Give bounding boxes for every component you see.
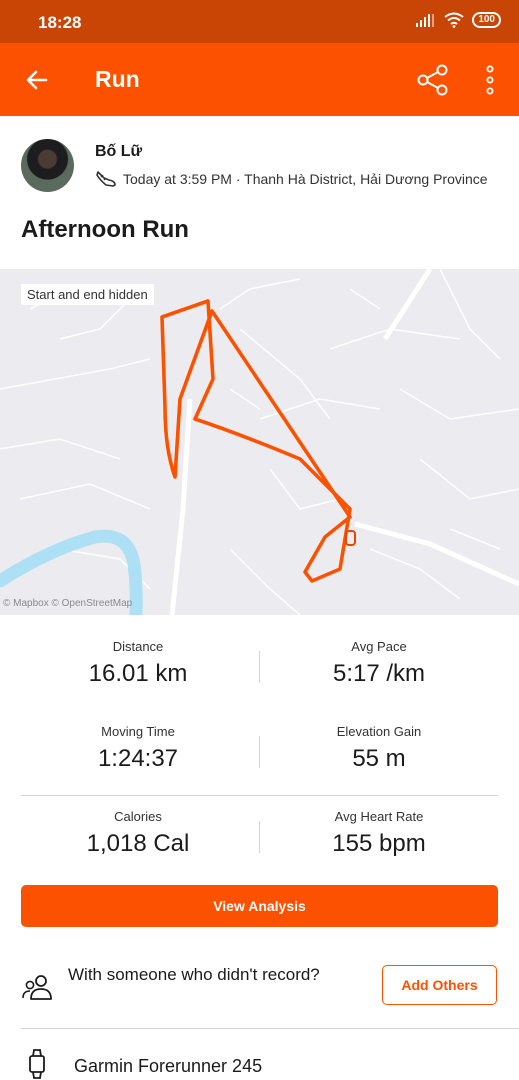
view-analysis-button[interactable]: View Analysis bbox=[21, 885, 498, 927]
stat-value: 55 m bbox=[352, 745, 406, 772]
watch-icon bbox=[29, 1049, 45, 1079]
stat-label: Distance bbox=[112, 639, 164, 654]
stat-label: Elevation Gain bbox=[336, 724, 422, 739]
back-arrow-icon[interactable] bbox=[24, 67, 50, 93]
stat-value: 1:24:37 bbox=[97, 745, 179, 772]
activity-title: Afternoon Run bbox=[21, 216, 189, 243]
share-icon[interactable] bbox=[416, 63, 450, 97]
route-map[interactable] bbox=[0, 269, 519, 615]
with-someone-text: With someone who didn't record? bbox=[68, 965, 320, 984]
stat-value: 155 bpm bbox=[332, 830, 426, 857]
app-bar: Run bbox=[0, 43, 519, 116]
status-bar: 18:28 100 bbox=[0, 0, 519, 43]
battery-icon: 100 bbox=[472, 12, 501, 28]
wifi-icon bbox=[444, 12, 464, 28]
stat-label: Calories bbox=[114, 809, 162, 824]
map-credit: © Mapbox © OpenStreetMap bbox=[3, 598, 133, 609]
stat-distance: Distance 16.01 km bbox=[18, 639, 258, 688]
stat-value: 5:17 /km bbox=[332, 660, 426, 687]
stat-label: Avg Heart Rate bbox=[334, 809, 424, 824]
people-icon bbox=[22, 975, 52, 1000]
more-icon[interactable] bbox=[480, 63, 500, 97]
avatar[interactable] bbox=[21, 139, 74, 192]
stat-avg-pace: Avg Pace 5:17 /km bbox=[259, 639, 499, 688]
stat-value: 16.01 km bbox=[88, 660, 188, 687]
stat-moving-time: Moving Time 1:24:37 bbox=[18, 724, 258, 773]
page-title: Run bbox=[95, 66, 140, 92]
add-others-button[interactable]: Add Others bbox=[382, 965, 497, 1005]
stat-label: Avg Pace bbox=[351, 639, 407, 654]
status-icons: 100 bbox=[416, 12, 501, 28]
section-divider bbox=[21, 1028, 519, 1029]
device-name: Garmin Forerunner 245 bbox=[74, 1056, 263, 1076]
activity-meta-text: Today at 3:59 PM · Thanh Hà District, Hả… bbox=[123, 171, 488, 187]
stat-label: Moving Time bbox=[101, 724, 175, 739]
section-divider bbox=[21, 795, 498, 796]
stat-value: 1,018 Cal bbox=[86, 830, 190, 857]
status-time: 18:28 bbox=[38, 13, 82, 32]
activity-meta: Today at 3:59 PM · Thanh Hà District, Hả… bbox=[95, 170, 488, 188]
map-privacy-label: Start and end hidden bbox=[21, 284, 154, 305]
stat-avg-heart-rate: Avg Heart Rate 155 bpm bbox=[259, 809, 499, 858]
stat-divider bbox=[259, 736, 260, 768]
signal-icon bbox=[416, 14, 435, 27]
shoe-icon bbox=[96, 171, 116, 187]
stat-elevation-gain: Elevation Gain 55 m bbox=[259, 724, 499, 773]
stat-divider bbox=[259, 651, 260, 683]
stat-divider bbox=[259, 821, 260, 853]
map-graphic bbox=[0, 269, 519, 615]
athlete-name[interactable]: Bố Lữ bbox=[95, 143, 142, 161]
stat-calories: Calories 1,018 Cal bbox=[18, 809, 258, 858]
